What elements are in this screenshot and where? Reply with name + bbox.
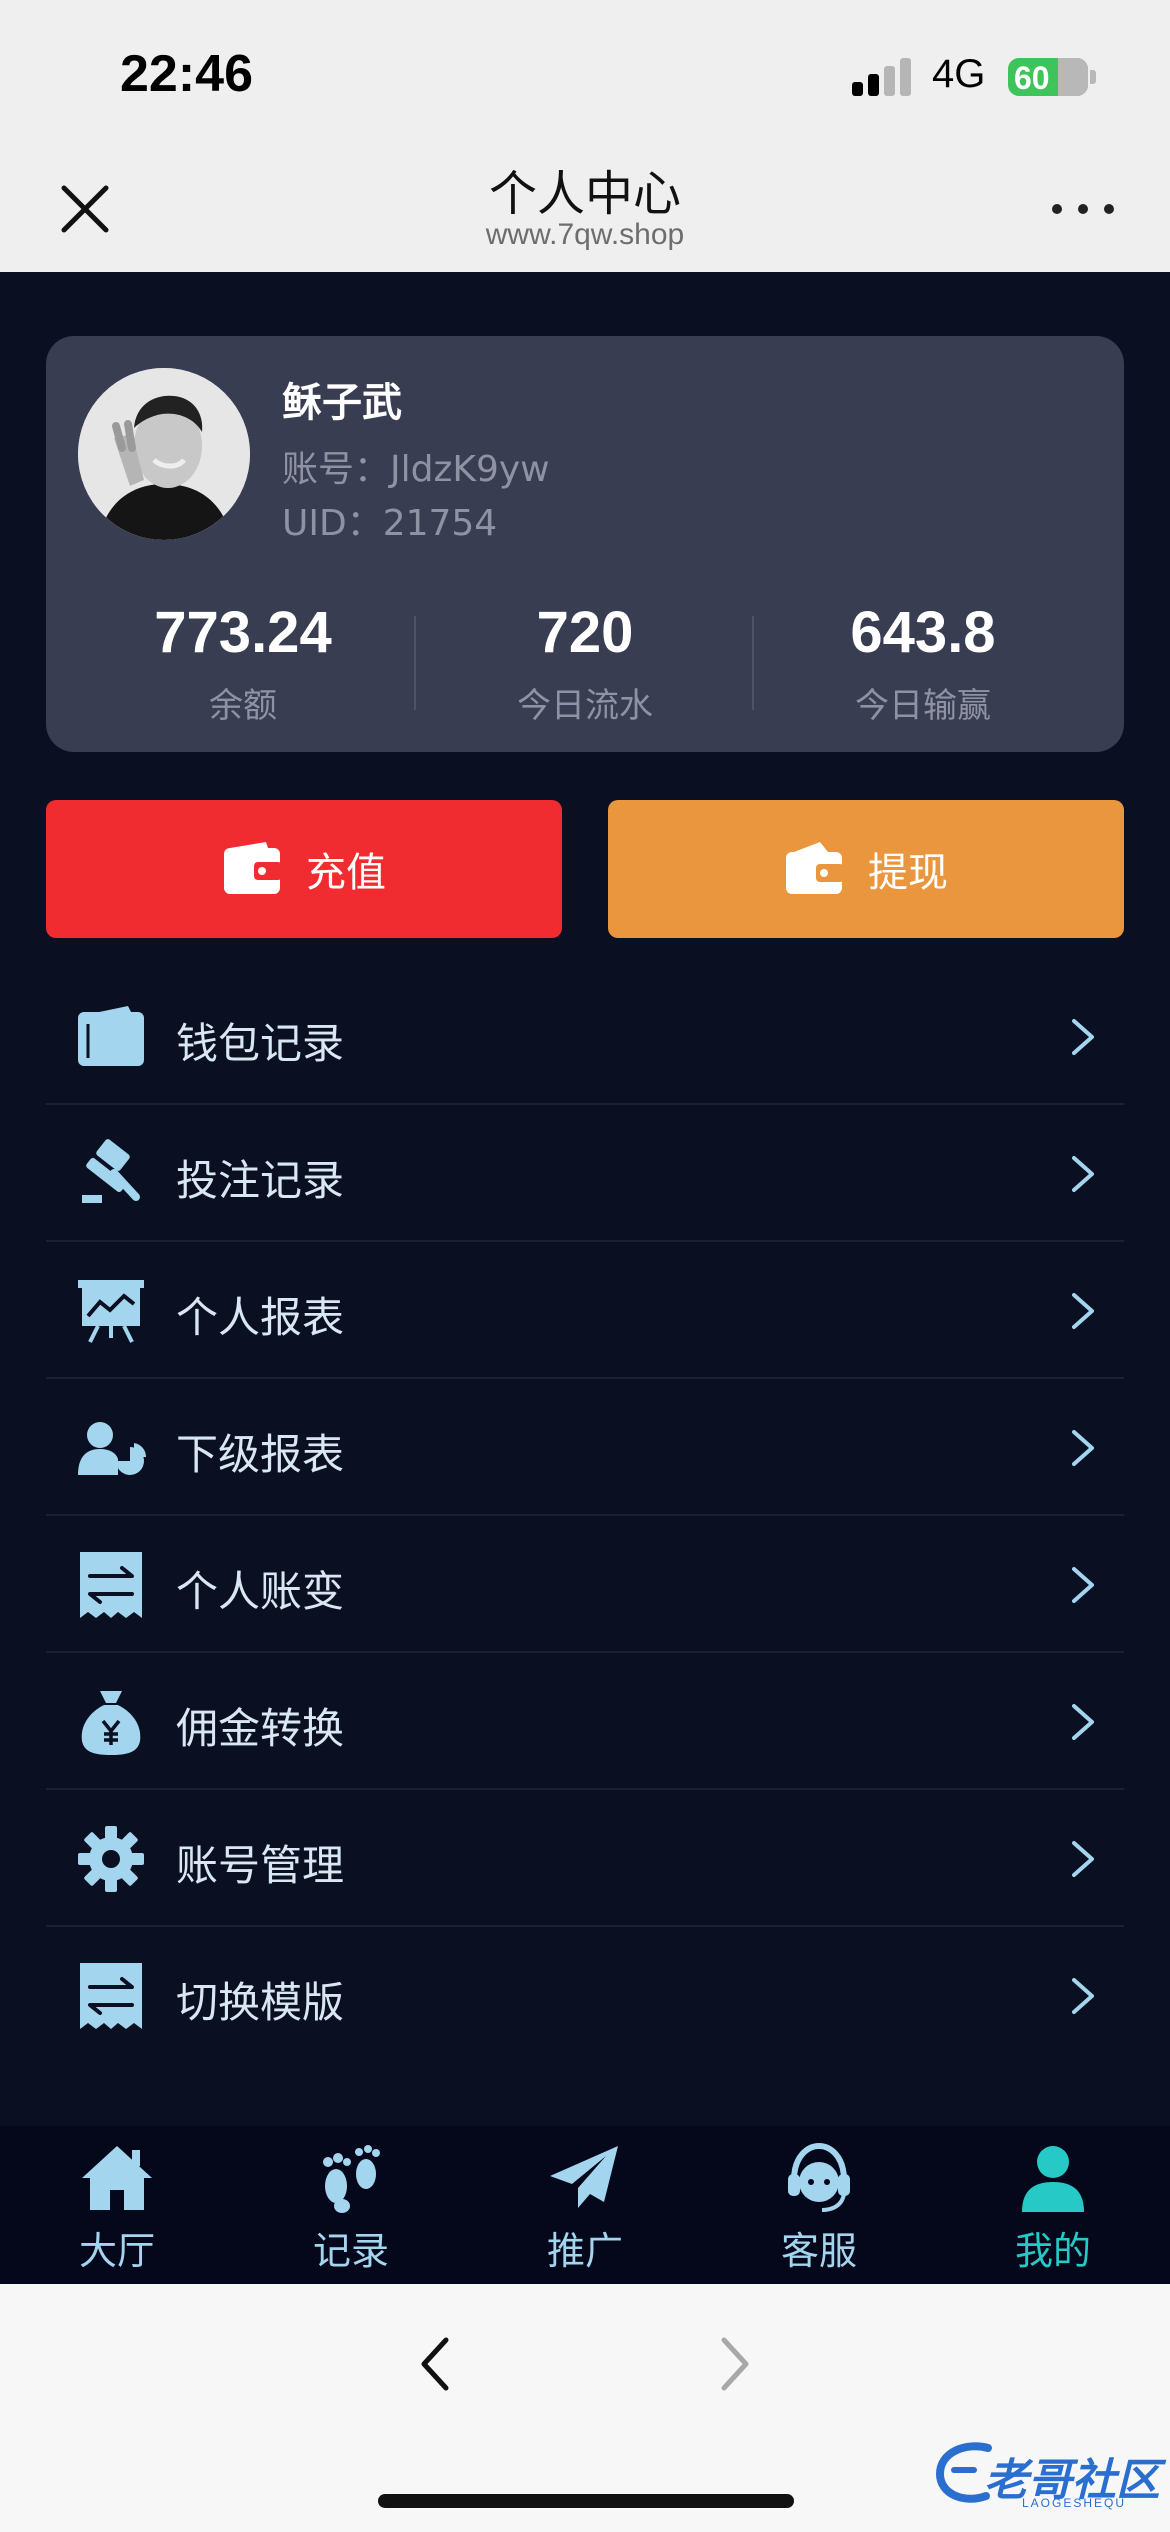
more-icon[interactable] <box>1052 196 1116 220</box>
tab-label: 我的 <box>1014 2229 1091 2273</box>
tab-lobby[interactable]: 大厅 <box>0 2142 234 2275</box>
menu-item-bet-records[interactable]: 投注记录 <box>46 1105 1124 1242</box>
menu-label: 账号管理 <box>176 1841 345 1890</box>
menu-item-subordinate-report[interactable]: 下级报表 <box>46 1379 1124 1516</box>
menu-item-personal-report[interactable]: 个人报表 <box>46 1242 1124 1379</box>
menu-label: 切换模版 <box>176 1978 345 2027</box>
tab-bar: 大厅 记录 推广 客服 我的 <box>0 2126 1170 2284</box>
stat-label: 余额 <box>209 686 277 726</box>
switch-receipt-icon <box>80 1963 142 2029</box>
menu-item-wallet-records[interactable]: 钱包记录 <box>46 968 1124 1105</box>
menu-label: 下级报表 <box>176 1430 345 1479</box>
watermark-logo: 老哥社区 LAOGESHEQU <box>930 2434 1160 2514</box>
tab-label: 大厅 <box>78 2229 155 2273</box>
status-time: 22:46 <box>120 45 253 103</box>
tab-records[interactable]: 记录 <box>234 2142 468 2275</box>
watermark-subtext: LAOGESHEQU <box>1022 2496 1127 2510</box>
chevron-right-icon <box>1072 1978 1094 2014</box>
stat-label: 今日输赢 <box>855 686 991 726</box>
page-title: 个人中心 <box>488 166 681 222</box>
home-icon <box>82 2146 152 2210</box>
user-uid: UID：21754 <box>282 503 498 544</box>
headset-icon <box>788 2142 850 2212</box>
wallet-icon <box>224 842 282 894</box>
money-bag-icon <box>81 1691 141 1755</box>
tab-mine[interactable]: 我的 <box>936 2142 1170 2275</box>
chevron-right-icon <box>1072 1156 1094 1192</box>
stat-value: 643.8 <box>850 600 996 665</box>
home-indicator[interactable] <box>378 2494 794 2508</box>
wallet-icon <box>78 1006 144 1066</box>
menu-label: 个人报表 <box>176 1293 345 1342</box>
chevron-right-icon <box>1072 1704 1094 1740</box>
user-icon <box>1022 2146 1084 2212</box>
forward-arrow-icon[interactable] <box>716 2334 756 2394</box>
menu-item-account-management[interactable]: 账号管理 <box>46 1790 1124 1927</box>
battery-tip <box>1090 70 1096 84</box>
stat-value: 720 <box>536 600 634 665</box>
user-pie-icon <box>78 1422 146 1475</box>
stat-balance: 773.24 余额 <box>73 598 413 727</box>
chevron-right-icon <box>1072 1019 1094 1055</box>
stat-profit: 643.8 今日输赢 <box>753 598 1093 727</box>
title-bar: 个人中心 www.7qw.shop <box>0 140 1170 272</box>
chevron-right-icon <box>1072 1293 1094 1329</box>
tab-label: 客服 <box>780 2229 857 2273</box>
battery-level: 60 <box>1014 60 1050 96</box>
stat-value: 773.24 <box>154 600 332 665</box>
battery-icon: 60 <box>1008 58 1088 96</box>
menu-label: 个人账变 <box>176 1567 345 1616</box>
withdraw-button[interactable]: 提现 <box>608 800 1124 938</box>
chart-board-icon <box>78 1280 144 1343</box>
recharge-label: 充值 <box>306 850 386 896</box>
profile-card: 稣子武 账号：JldzK9yw UID：21754 773.24 余额 720 … <box>46 336 1124 752</box>
gavel-icon <box>82 1139 140 1203</box>
chevron-right-icon <box>1072 1430 1094 1466</box>
avatar-photo <box>78 368 250 540</box>
withdraw-label: 提现 <box>868 850 948 896</box>
footprint-icon <box>323 2145 380 2213</box>
tab-label: 推广 <box>546 2229 623 2273</box>
tab-customer-service[interactable]: 客服 <box>702 2142 936 2275</box>
network-type: 4G <box>932 52 986 96</box>
chevron-right-icon <box>1072 1841 1094 1877</box>
account-id: 账号：JldzK9yw <box>282 449 550 490</box>
stat-label: 今日流水 <box>517 686 653 726</box>
menu-list: 钱包记录 投注记录 个人报表 下级报表 个人账变 佣金转换 账号管理 切换模版 <box>46 968 1124 2064</box>
gear-icon <box>78 1826 144 1892</box>
menu-label: 钱包记录 <box>176 1019 345 1068</box>
tab-label: 记录 <box>312 2229 389 2273</box>
menu-label: 投注记录 <box>176 1156 345 1205</box>
wallet-icon <box>786 842 844 894</box>
page-url: www.7qw.shop <box>485 218 685 251</box>
menu-label: 佣金转换 <box>176 1704 345 1753</box>
paper-plane-icon <box>550 2146 618 2208</box>
menu-item-switch-template[interactable]: 切换模版 <box>46 1927 1124 2064</box>
main-content: 稣子武 账号：JldzK9yw UID：21754 773.24 余额 720 … <box>0 272 1170 2126</box>
signal-icon <box>852 58 912 96</box>
tab-promote[interactable]: 推广 <box>468 2142 702 2275</box>
stat-turnover: 720 今日流水 <box>415 598 755 727</box>
back-arrow-icon[interactable] <box>414 2334 454 2394</box>
avatar[interactable] <box>78 368 250 540</box>
transfer-receipt-icon <box>80 1552 142 1618</box>
menu-item-commission-convert[interactable]: 佣金转换 <box>46 1653 1124 1790</box>
username: 稣子武 <box>282 380 402 426</box>
recharge-button[interactable]: 充值 <box>46 800 562 938</box>
status-bar: 22:46 4G 60 <box>0 0 1170 140</box>
chevron-right-icon <box>1072 1567 1094 1603</box>
browser-toolbar: 老哥社区 LAOGESHEQU <box>0 2284 1170 2532</box>
menu-item-account-changes[interactable]: 个人账变 <box>46 1516 1124 1653</box>
